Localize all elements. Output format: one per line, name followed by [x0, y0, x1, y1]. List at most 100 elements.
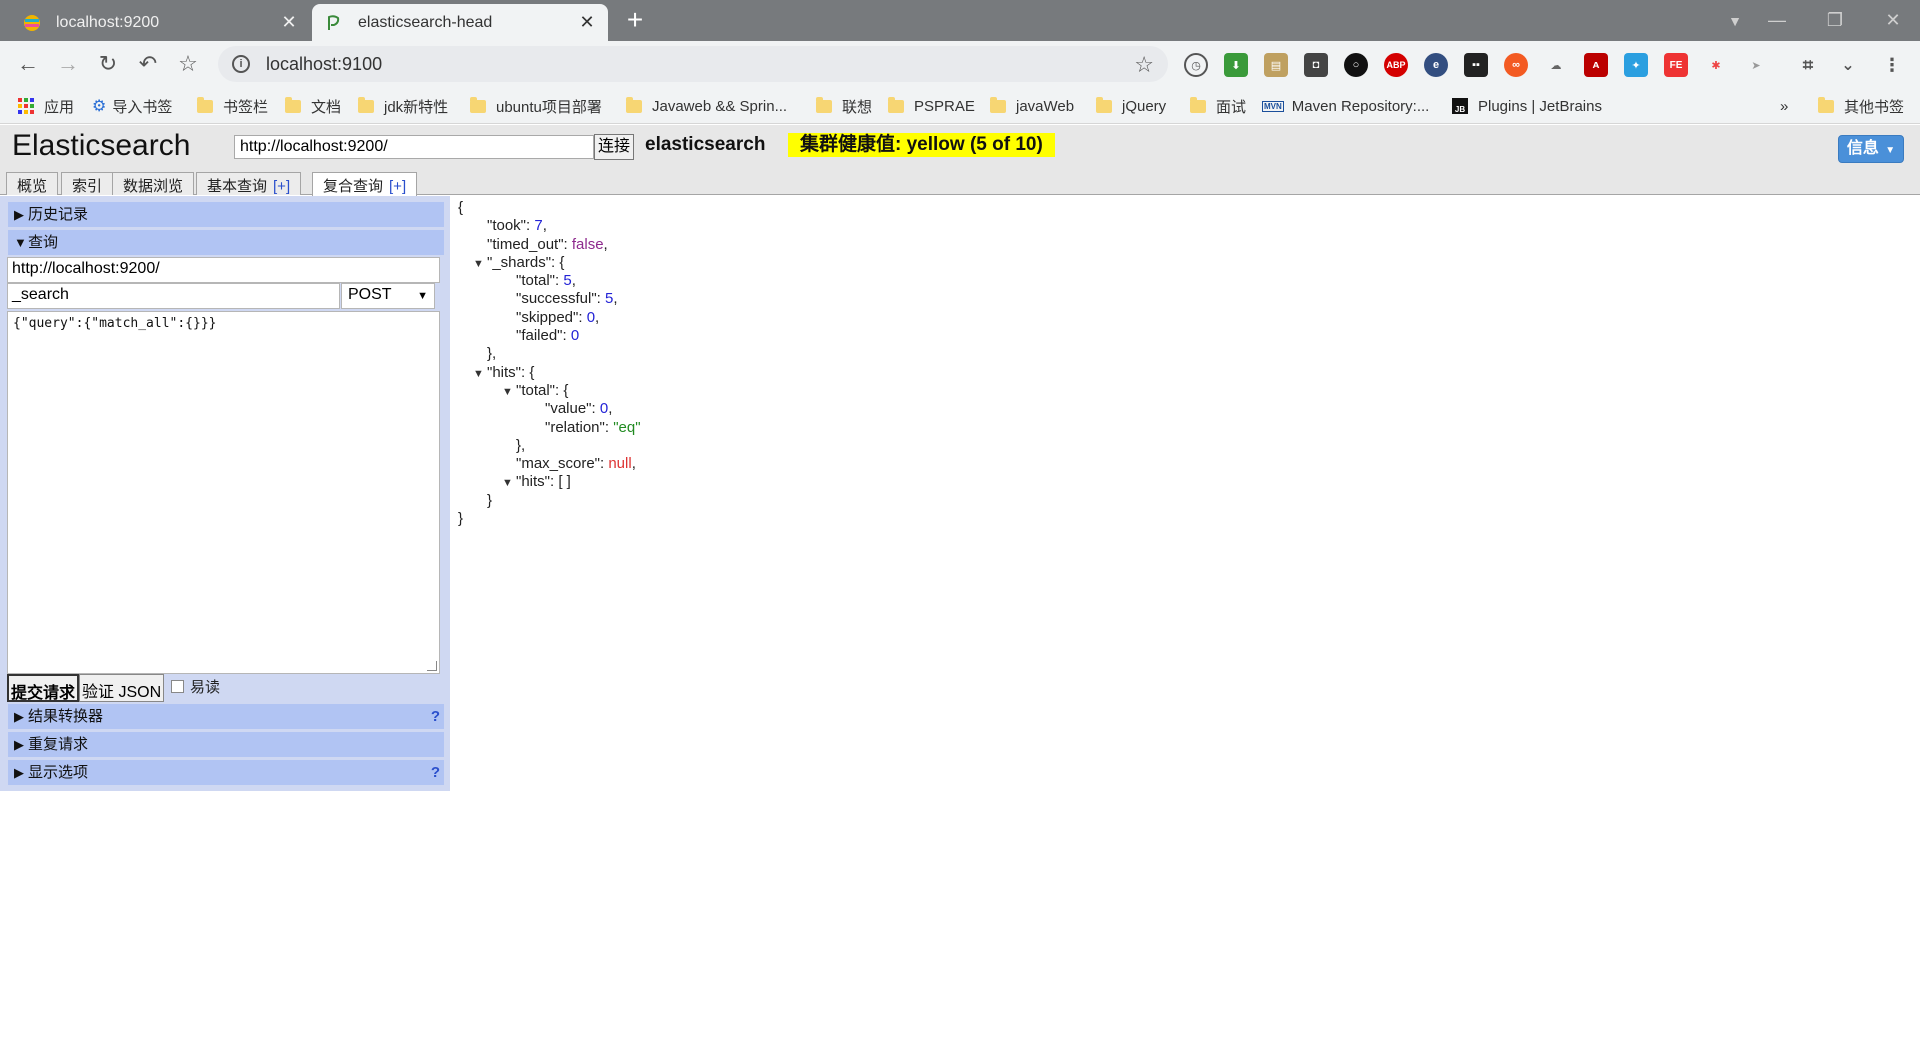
json-punct: ,	[571, 272, 576, 290]
help-icon[interactable]: ?	[431, 760, 440, 785]
json-punct: {	[458, 199, 464, 216]
circle-ext-icon[interactable]: ○	[1344, 53, 1368, 77]
pretty-label: 易读	[190, 679, 221, 696]
folder-icon	[990, 96, 1006, 113]
bookmark-folder[interactable]: 书签栏	[197, 95, 268, 117]
help-icon[interactable]: ?	[431, 704, 440, 729]
add-tab-link[interactable]: [+]	[389, 178, 406, 195]
minimize-button[interactable]: —	[1750, 0, 1804, 41]
bookmark-folder[interactable]: PSPRAE	[888, 95, 975, 117]
tab-indices[interactable]: 索引	[61, 172, 114, 195]
new-tab-button[interactable]: +	[620, 6, 650, 36]
bookmark-star-icon[interactable]: ☆	[174, 51, 202, 79]
json-value: 0	[586, 308, 596, 326]
history-ext-icon[interactable]: ◷	[1184, 53, 1208, 77]
e-ext-icon[interactable]: e	[1424, 53, 1448, 77]
address-bar[interactable]: i localhost:9100 ☆	[218, 46, 1168, 82]
tab-title: localhost:9200	[56, 13, 160, 31]
tab-title: elasticsearch-head	[358, 13, 493, 31]
json-line: ▼ "hits": [ ]	[458, 473, 641, 491]
back-icon[interactable]: ←	[14, 51, 42, 79]
repeat-section-header[interactable]: ▶ 重复请求	[8, 732, 444, 757]
other-bookmarks-folder[interactable]: 其他书签	[1818, 95, 1904, 117]
fe-ext-icon[interactable]: FE	[1664, 53, 1688, 77]
bookmark-folder[interactable]: javaWeb	[990, 95, 1074, 117]
forward-icon[interactable]: →	[54, 51, 82, 79]
reload-icon[interactable]: ↻	[94, 51, 122, 79]
json-line: ▼ "total": {	[458, 382, 641, 400]
close-window-button[interactable]: ✕	[1866, 0, 1920, 41]
bookmark-apps[interactable]: 应用	[18, 95, 74, 117]
json-punct: },	[516, 436, 526, 454]
pdf-ext-icon[interactable]: ᴀ	[1584, 53, 1608, 77]
collapse-toggle-icon[interactable]: ▼	[502, 383, 516, 401]
infinity-ext-icon[interactable]: ∞	[1504, 53, 1528, 77]
json-punct: ,	[608, 400, 613, 418]
select-arrow-icon: ▼	[417, 290, 428, 302]
adblock-ext-icon[interactable]: ABP	[1384, 53, 1408, 77]
bookmark-folder[interactable]: 联想	[816, 95, 872, 117]
method-select[interactable]: POST ▼	[341, 283, 435, 309]
validate-json-button[interactable]: 验证 JSON	[79, 674, 165, 702]
tab-compound-query[interactable]: 复合查询 [+]	[312, 172, 418, 196]
query-section-header[interactable]: ▼ 查询	[8, 230, 444, 255]
bird-ext-icon[interactable]: ✦	[1624, 53, 1648, 77]
close-tab-icon[interactable]: ✕	[578, 12, 596, 33]
collapse-toggle-icon[interactable]: ▼	[473, 255, 487, 273]
bookmark-folder[interactable]: jQuery	[1096, 95, 1166, 117]
site-info-icon[interactable]: i	[232, 55, 250, 73]
connect-button[interactable]: 连接	[594, 134, 634, 160]
json-key: "took":	[487, 217, 535, 235]
collapse-toggle-icon[interactable]: ▼	[473, 365, 487, 383]
json-line: "relation": "eq"	[458, 419, 641, 437]
json-punct: }	[458, 510, 464, 528]
bookmark-folder[interactable]: jdk新特性	[358, 95, 448, 117]
info-dropdown-button[interactable]: 信息 ▼	[1838, 135, 1904, 163]
plane-ext-icon[interactable]: ➤	[1744, 53, 1768, 77]
maven-icon: MVN	[1262, 100, 1284, 112]
gamepad-ext-icon[interactable]: ▪▪	[1464, 53, 1488, 77]
bookmark-folder[interactable]: 面试	[1190, 95, 1246, 117]
history-section-header[interactable]: ▶ 历史记录	[8, 202, 444, 227]
menu-dots-icon[interactable]: ⋮	[1880, 53, 1904, 77]
close-tab-icon[interactable]: ✕	[280, 12, 298, 33]
collapse-toggle-icon[interactable]: ▼	[502, 474, 516, 492]
tab-overview[interactable]: 概览	[6, 172, 59, 195]
image-ext-icon[interactable]: ▤	[1264, 53, 1288, 77]
chevron-down-icon[interactable]: ⌄	[1836, 53, 1860, 77]
json-line: "total": 5,	[458, 272, 641, 290]
display-options-section-header[interactable]: ▶ 显示选项 ?	[8, 760, 444, 785]
pretty-checkbox[interactable]	[171, 680, 184, 693]
bookmark-maven[interactable]: MVN Maven Repository:...	[1262, 95, 1429, 117]
pinwheel-ext-icon[interactable]: ✱	[1704, 53, 1728, 77]
resize-grip-icon[interactable]	[427, 661, 437, 671]
bookmark-page-icon[interactable]: ☆	[1134, 52, 1154, 78]
restore-button[interactable]: ❐	[1808, 0, 1862, 41]
download-ext-icon[interactable]: ⬇	[1224, 53, 1248, 77]
bookmark-folder[interactable]: Javaweb && Sprin...	[626, 95, 787, 117]
folder-icon	[197, 96, 213, 113]
bookmark-folder[interactable]: 文档	[285, 95, 341, 117]
query-body-textarea[interactable]: {"query":{"match_all":{}}}	[7, 311, 440, 674]
browser-tab-localhost-9200[interactable]: localhost:9200 ✕	[10, 4, 310, 41]
cluster-url-input[interactable]: http://localhost:9200/	[234, 135, 594, 159]
query-path-input[interactable]: _search	[7, 283, 340, 309]
submit-request-button[interactable]: 提交请求	[7, 674, 80, 702]
bookmark-import[interactable]: ⚙ 导入书签	[92, 95, 172, 117]
es-tabs: 概览 索引 数据浏览 基本查询 [+] 复合查询 [+]	[0, 165, 1920, 196]
mask-ext-icon[interactable]: ◘	[1304, 53, 1328, 77]
bookmark-folder[interactable]: ubuntu项目部署	[470, 95, 602, 117]
query-url-input[interactable]: http://localhost:9200/	[7, 257, 440, 283]
undo-icon[interactable]: ↶	[134, 51, 162, 79]
tab-basic-query[interactable]: 基本查询 [+]	[196, 172, 302, 195]
tab-browser[interactable]: 数据浏览	[112, 172, 195, 195]
add-tab-link[interactable]: [+]	[273, 178, 290, 195]
cloud-ext-icon[interactable]: ☁	[1544, 53, 1568, 77]
jetbrains-icon: JB	[1452, 98, 1468, 114]
transformer-section-header[interactable]: ▶ 结果转换器 ?	[8, 704, 444, 729]
json-punct: ,	[595, 308, 600, 326]
more-bookmarks-button[interactable]: »	[1780, 95, 1788, 117]
bookmark-jetbrains[interactable]: JB Plugins | JetBrains	[1452, 95, 1602, 117]
browser-tab-elasticsearch-head[interactable]: elasticsearch-head ✕	[312, 4, 608, 41]
crop-icon[interactable]: ⌗	[1796, 53, 1820, 77]
